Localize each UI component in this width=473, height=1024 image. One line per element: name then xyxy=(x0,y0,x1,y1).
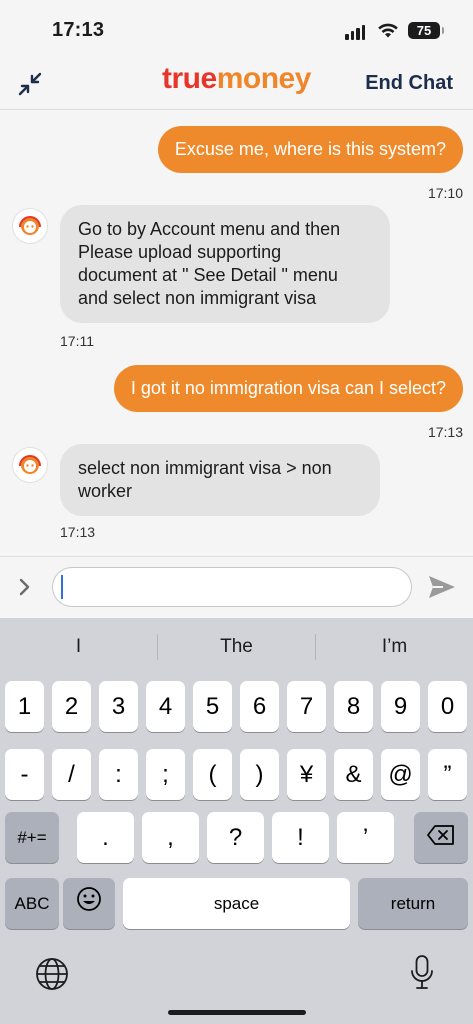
key[interactable]: ’ xyxy=(337,812,394,863)
key[interactable]: ¥ xyxy=(287,749,326,800)
home-indicator xyxy=(168,1010,306,1015)
user-message-bubble: I got it no immigration visa can I selec… xyxy=(113,365,463,412)
status-bar: 17:13 75 xyxy=(0,0,473,58)
suggestion-item[interactable]: The xyxy=(158,618,315,676)
key[interactable]: @ xyxy=(381,749,420,800)
signal-icon xyxy=(345,24,367,40)
symbols-key[interactable]: #+= xyxy=(5,812,59,863)
agent-avatar-icon xyxy=(12,447,48,483)
message-line: worker xyxy=(78,481,133,501)
chat-header: truemoney End Chat xyxy=(0,58,473,110)
key[interactable]: . xyxy=(77,812,134,863)
key[interactable]: ! xyxy=(272,812,329,863)
chevron-right-icon[interactable] xyxy=(15,575,35,599)
user-message-bubble: Excuse me, where is this system? xyxy=(157,126,463,173)
battery-indicator: 75 xyxy=(408,22,444,39)
send-icon[interactable] xyxy=(427,573,457,601)
agent-message-bubble: Go to by Account menu and then Please up… xyxy=(60,205,390,323)
key[interactable]: 1 xyxy=(5,681,44,732)
return-key[interactable]: return xyxy=(358,878,468,929)
key[interactable]: & xyxy=(334,749,373,800)
wifi-icon xyxy=(378,23,398,38)
key[interactable]: 0 xyxy=(428,681,467,732)
key[interactable]: ; xyxy=(146,749,185,800)
abc-key[interactable]: ABC xyxy=(5,878,59,929)
agent-message-bubble: select non immigrant visa > non worker xyxy=(60,444,380,516)
message-line: select non immigrant visa > non xyxy=(78,458,332,478)
key[interactable]: ? xyxy=(207,812,264,863)
key[interactable]: / xyxy=(52,749,91,800)
key[interactable]: - xyxy=(5,749,44,800)
suggestion-item[interactable]: I xyxy=(0,618,157,676)
message-timestamp: 17:13 xyxy=(60,524,96,540)
message-timestamp: 17:13 xyxy=(427,424,463,440)
message-list: Excuse me, where is this system? 17:10 G… xyxy=(0,111,473,555)
truemoney-logo: truemoney xyxy=(162,62,311,95)
message-timestamp: 17:11 xyxy=(60,333,94,349)
key[interactable]: , xyxy=(142,812,199,863)
emoji-key[interactable] xyxy=(63,878,115,929)
key[interactable]: 7 xyxy=(287,681,326,732)
end-chat-button[interactable]: End Chat xyxy=(365,72,453,95)
message-line: and select non immigrant visa xyxy=(78,288,317,308)
key[interactable]: 4 xyxy=(146,681,185,732)
message-timestamp: 17:10 xyxy=(427,185,463,201)
keyboard: I The I’m 1 2 3 4 5 6 7 8 9 0 - / : ; ( … xyxy=(0,618,473,1024)
minimize-arrows-icon[interactable] xyxy=(16,70,44,98)
message-line: Please upload supporting xyxy=(78,242,282,262)
text-caret xyxy=(61,575,63,599)
key[interactable]: ) xyxy=(240,749,279,800)
key[interactable]: 8 xyxy=(334,681,373,732)
space-key[interactable]: space xyxy=(123,878,350,929)
microphone-icon[interactable] xyxy=(410,954,434,992)
agent-avatar-icon xyxy=(12,208,48,244)
message-line: Go to by Account menu and then xyxy=(78,219,341,239)
suggestion-item[interactable]: I’m xyxy=(316,618,473,676)
status-time: 17:13 xyxy=(52,19,105,41)
key[interactable]: 3 xyxy=(99,681,138,732)
globe-icon[interactable] xyxy=(34,956,70,992)
message-composer xyxy=(0,556,473,618)
key[interactable]: 5 xyxy=(193,681,232,732)
key[interactable]: 6 xyxy=(240,681,279,732)
delete-backspace-icon xyxy=(427,813,455,864)
message-line: document at " See Detail " menu xyxy=(78,265,338,285)
key[interactable]: 2 xyxy=(52,681,91,732)
message-input[interactable] xyxy=(52,567,412,607)
key[interactable]: ( xyxy=(193,749,232,800)
key[interactable]: ” xyxy=(428,749,467,800)
key[interactable]: : xyxy=(99,749,138,800)
key[interactable]: 9 xyxy=(381,681,420,732)
emoji-icon xyxy=(76,879,102,930)
delete-key[interactable] xyxy=(414,812,468,863)
